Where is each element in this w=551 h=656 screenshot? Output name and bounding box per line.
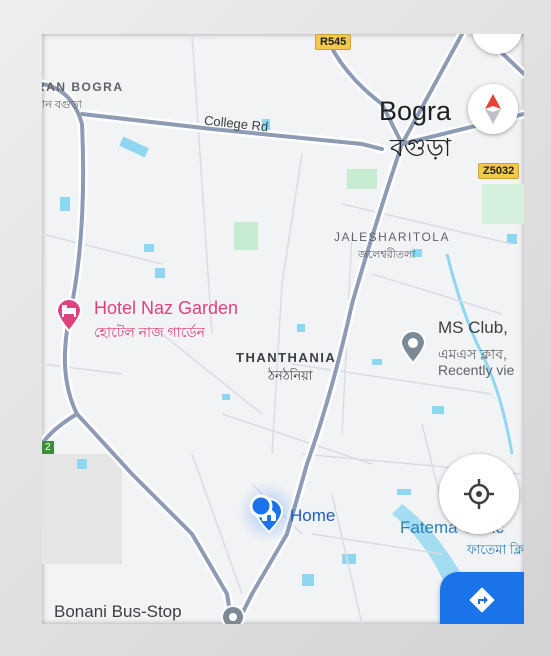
park-area <box>347 169 377 189</box>
city-label-bogra[interactable]: Bogra <box>379 96 451 127</box>
directions-button[interactable] <box>440 572 524 624</box>
place-label-hotel-naz-garden-bn: হোটেল নাজ গার্ডেন <box>94 324 206 340</box>
area-label-thanthania: THANTHANIA <box>236 350 337 365</box>
area-label-jalesharitola-bn: জলেশ্বরীতলা <box>358 249 416 261</box>
home-label[interactable]: Home <box>290 506 335 526</box>
current-location-dot <box>249 494 273 523</box>
place-label-hotel-naz-garden[interactable]: Hotel Naz Garden <box>94 298 238 319</box>
area-label-thanthania-bn: ঠনঠনিয়া <box>268 368 313 383</box>
area-label-jalesharitola: JALESHARITOLA <box>334 230 450 244</box>
place-note-recently-viewed: Recently vie <box>438 362 515 378</box>
highway-shield-r545: R545 <box>315 34 352 50</box>
place-label-bonani-bus-stop[interactable]: Bonani Bus-Stop <box>54 602 182 622</box>
hotel-bed-icon[interactable] <box>54 296 84 337</box>
area-label-ran-bogra: RAN BOGRA <box>42 80 124 94</box>
map-view[interactable]: R545 Z5032 2 College Rd RAN BOGRA রান বগ… <box>42 34 524 624</box>
highway-shield-z5032: Z5032 <box>478 163 520 179</box>
city-label-bogra-bn: বগুড়া <box>390 134 452 162</box>
place-pin-icon[interactable] <box>398 328 428 369</box>
my-location-icon[interactable] <box>439 454 519 534</box>
place-label-fatema-clinic-bn: ফাতেমা ক্লি <box>467 542 524 557</box>
place-label-ms-club[interactable]: MS Club, <box>438 318 508 338</box>
compass-icon[interactable] <box>468 84 518 134</box>
area-label-ran-bogra-bn: রান বগুড়া <box>42 99 82 111</box>
park-area <box>482 184 524 224</box>
highway-shield-2: 2 <box>42 441 54 454</box>
block-area <box>42 454 122 564</box>
park-area <box>234 222 258 250</box>
bus-stop-icon[interactable] <box>220 604 246 624</box>
directions-icon <box>467 585 497 620</box>
